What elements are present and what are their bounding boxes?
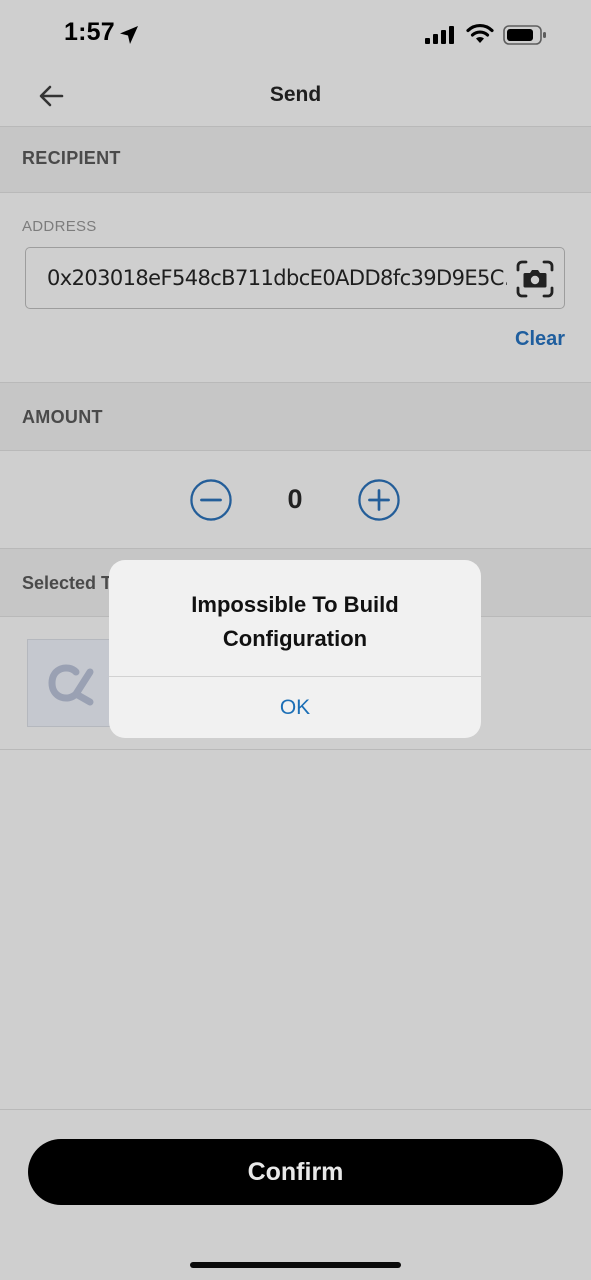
alert-dialog: Impossible To Build Configuration OK [109, 560, 481, 738]
confirm-button[interactable]: Confirm [28, 1139, 563, 1205]
alert-title-line-2: Configuration [222, 626, 368, 651]
recipient-divider [0, 192, 591, 193]
page-title: Send [269, 83, 322, 106]
home-indicator [190, 1262, 401, 1268]
address-value[interactable]: 0x203018eF548cB711dbcE0ADD8fc39D9E5C… [47, 266, 507, 290]
token-logo-icon [48, 664, 94, 706]
camera-scan-icon[interactable] [514, 258, 556, 300]
alert-title: Impossible To Build Configuration [109, 588, 481, 656]
token-divider [0, 749, 591, 750]
amount-section-title: AMOUNT [22, 407, 103, 427]
confirm-button-label: Confirm [247, 1158, 344, 1186]
battery-icon [503, 25, 546, 45]
increment-button[interactable] [358, 479, 400, 521]
clear-button[interactable]: Clear [515, 328, 565, 351]
amount-value: 0 [287, 484, 303, 514]
status-time: 1:57 [64, 18, 115, 46]
location-arrow-icon [120, 26, 138, 44]
alert-title-line-1: Impossible To Build [191, 592, 399, 617]
decrement-button[interactable] [190, 479, 232, 521]
recipient-section-title: RECIPIENT [22, 148, 121, 168]
cellular-signal-icon [425, 26, 454, 44]
address-label: ADDRESS [22, 218, 97, 235]
selected-token-section-title: Selected T [22, 573, 113, 593]
alert-ok-button[interactable]: OK [109, 677, 481, 738]
wifi-icon [466, 23, 494, 43]
footer-divider [0, 1109, 591, 1110]
amount-divider [0, 450, 591, 451]
